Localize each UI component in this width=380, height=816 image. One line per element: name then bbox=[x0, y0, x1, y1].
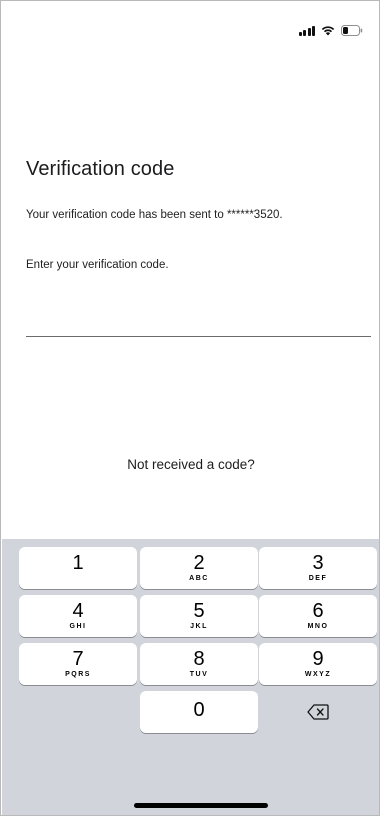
key-0[interactable]: 0 bbox=[140, 691, 258, 733]
key-letters: TUV bbox=[189, 671, 209, 678]
key-digit: 7 bbox=[72, 648, 84, 670]
key-1[interactable]: 1 bbox=[19, 547, 137, 589]
delete-backspace-icon bbox=[307, 704, 329, 720]
key-2[interactable]: 2 ABC bbox=[140, 547, 258, 589]
wifi-icon bbox=[321, 25, 335, 36]
key-digit: 2 bbox=[193, 552, 205, 574]
page-title: Verification code bbox=[26, 158, 175, 180]
key-digit: 4 bbox=[72, 600, 84, 622]
key-letters: ABC bbox=[189, 575, 209, 582]
key-3[interactable]: 3 DEF bbox=[259, 547, 377, 589]
numeric-keypad: 1 2 ABC 3 DEF 4 GHI 5 JKL 6 MNO 7 PQRS 8 bbox=[2, 539, 379, 815]
key-letters: GHI bbox=[69, 623, 87, 630]
battery-icon bbox=[341, 25, 363, 36]
key-letters: MNO bbox=[307, 623, 329, 630]
status-bar bbox=[1, 1, 379, 45]
key-digit: 5 bbox=[193, 600, 205, 622]
resend-code-link[interactable]: Not received a code? bbox=[1, 457, 379, 472]
key-digit: 1 bbox=[72, 552, 84, 574]
key-9[interactable]: 9 WXYZ bbox=[259, 643, 377, 685]
key-digit: 3 bbox=[312, 552, 324, 574]
key-digit: 8 bbox=[193, 648, 205, 670]
key-letters: DEF bbox=[308, 575, 328, 582]
key-6[interactable]: 6 MNO bbox=[259, 595, 377, 637]
code-sent-message: Your verification code has been sent to … bbox=[26, 209, 283, 221]
code-instruction: Enter your verification code. bbox=[26, 259, 169, 271]
status-icons bbox=[298, 25, 364, 36]
delete-key[interactable] bbox=[259, 691, 377, 733]
verification-code-input[interactable] bbox=[26, 301, 371, 337]
key-8[interactable]: 8 TUV bbox=[140, 643, 258, 685]
key-5[interactable]: 5 JKL bbox=[140, 595, 258, 637]
key-7[interactable]: 7 PQRS bbox=[19, 643, 137, 685]
key-letters: JKL bbox=[190, 623, 208, 630]
phone-screen: Verification code Your verification code… bbox=[0, 0, 380, 816]
key-digit: 6 bbox=[312, 600, 324, 622]
key-letters: WXYZ bbox=[304, 671, 332, 678]
home-indicator[interactable] bbox=[134, 803, 268, 808]
key-digit: 9 bbox=[312, 648, 324, 670]
cellular-signal-icon bbox=[298, 25, 315, 36]
key-4[interactable]: 4 GHI bbox=[19, 595, 137, 637]
key-digit: 0 bbox=[193, 699, 205, 721]
key-letters: PQRS bbox=[65, 671, 91, 678]
